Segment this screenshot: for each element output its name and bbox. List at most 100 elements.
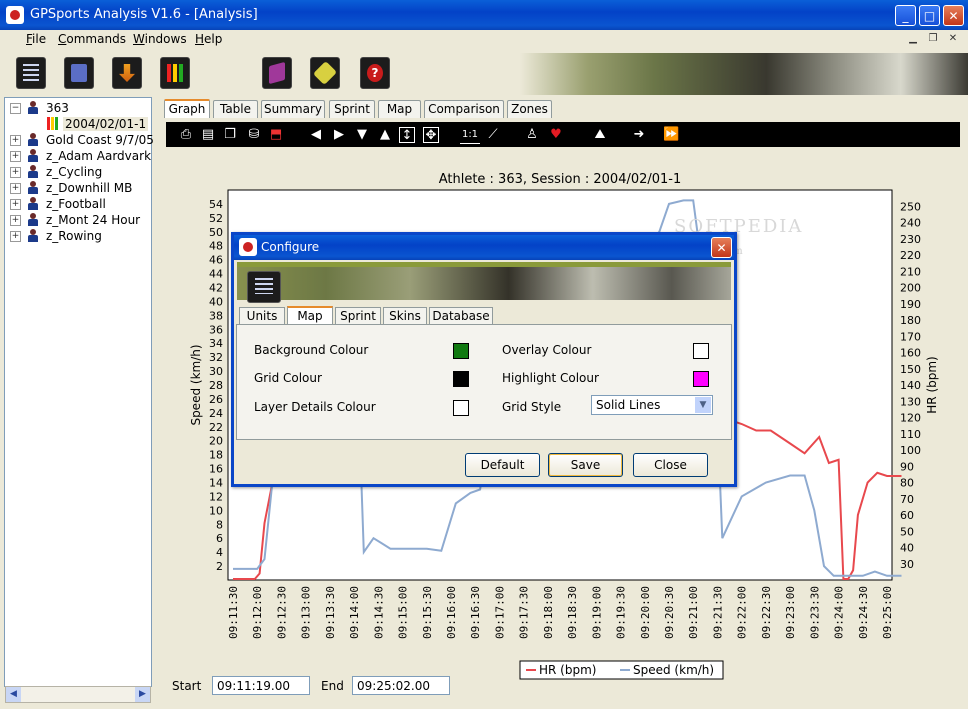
menu-commands[interactable]: Commands — [58, 32, 126, 46]
scale-icon[interactable]: 1:1 — [460, 127, 480, 144]
tree-horizontal-scrollbar[interactable]: ◀ ▶ — [5, 686, 151, 703]
dialog-tab-database[interactable]: Database — [429, 307, 493, 324]
line-chart-icon[interactable]: ⟋ — [485, 127, 501, 143]
end-time-input[interactable] — [352, 676, 450, 695]
print-icon[interactable]: ⎙ — [178, 127, 194, 143]
scroll-left-icon[interactable]: ◀ — [6, 687, 21, 702]
expand-icon[interactable]: + — [10, 199, 21, 210]
arrow-down-icon[interactable]: ▼ — [354, 127, 370, 143]
collapse-icon[interactable]: − — [10, 103, 21, 114]
gps-device-icon[interactable] — [310, 57, 340, 89]
x-tick-label: 09:22:00 — [736, 586, 749, 639]
maximize-button[interactable]: □ — [919, 5, 940, 26]
person-icon — [27, 133, 39, 146]
pdf-icon[interactable]: ⬒ — [268, 127, 284, 143]
bar-chart-icon[interactable] — [160, 57, 190, 89]
expand-icon[interactable]: + — [10, 231, 21, 242]
menu-windows[interactable]: Windows — [133, 32, 187, 46]
person-icon — [27, 149, 39, 162]
app-icon[interactable] — [6, 6, 24, 24]
tab-comparison[interactable]: Comparison — [424, 100, 504, 118]
step-forward-icon[interactable]: ➜ — [631, 127, 647, 143]
mdi-minimize-icon[interactable]: ▁ — [906, 33, 920, 46]
y2-axis-label: HR (bpm) — [925, 356, 939, 413]
start-time-input[interactable] — [212, 676, 310, 695]
default-button[interactable]: Default — [465, 453, 540, 477]
close-button[interactable]: ✕ — [943, 5, 964, 26]
dialog-title: Configure — [261, 240, 320, 254]
overlay-colour-swatch[interactable] — [693, 343, 709, 359]
tab-graph[interactable]: Graph — [164, 99, 210, 118]
list-icon — [247, 271, 281, 303]
expand-icon[interactable]: + — [10, 135, 21, 146]
y2-tick-label: 90 — [900, 460, 914, 473]
y2-tick-label: 180 — [900, 314, 921, 327]
dialog-tab-map[interactable]: Map — [287, 306, 333, 324]
athlete-icon[interactable]: ♙ — [524, 127, 540, 143]
dialog-app-icon — [239, 238, 257, 256]
download-icon[interactable] — [112, 57, 142, 89]
y-tick-label: 24 — [209, 407, 223, 420]
map-settings-panel: Background Colour Grid Colour Layer Deta… — [236, 324, 732, 440]
close-dialog-button[interactable]: Close — [633, 453, 708, 477]
minimize-button[interactable]: _ — [895, 5, 916, 26]
print-preview-icon[interactable]: ▤ — [200, 127, 216, 143]
export-icon[interactable]: ⛁ — [246, 127, 262, 143]
person-icon — [27, 165, 39, 178]
x-tick-label: 09:21:00 — [687, 586, 700, 639]
chevron-down-icon[interactable]: ▼ — [695, 397, 711, 413]
dialog-tab-sprint[interactable]: Sprint — [335, 307, 381, 324]
person-icon — [27, 213, 39, 226]
x-tick-label: 09:19:30 — [615, 586, 628, 639]
menu-file[interactable]: File — [26, 32, 46, 46]
expand-icon[interactable]: + — [10, 183, 21, 194]
terrain-icon[interactable]: ⛰ — [592, 127, 608, 143]
zoom-fit-icon[interactable]: ✥ — [423, 127, 439, 143]
mdi-close-icon[interactable]: ✕ — [946, 33, 960, 46]
arrow-up-icon[interactable]: ▲ — [377, 127, 393, 143]
tab-map[interactable]: Map — [378, 100, 421, 118]
scroll-right-icon[interactable]: ▶ — [135, 687, 150, 702]
heart-icon[interactable]: ♥ — [548, 127, 564, 143]
y-tick-label: 52 — [209, 212, 223, 225]
save-button[interactable]: Save — [548, 453, 623, 477]
tab-summary[interactable]: Summary — [261, 100, 325, 118]
y-tick-label: 34 — [209, 337, 223, 350]
dialog-tab-skins[interactable]: Skins — [383, 307, 427, 324]
y-tick-label: 38 — [209, 309, 223, 322]
layer-details-colour-swatch[interactable] — [453, 400, 469, 416]
arrow-right-icon[interactable]: ▶ — [331, 127, 347, 143]
tab-table[interactable]: Table — [213, 100, 258, 118]
y-tick-label: 28 — [209, 379, 223, 392]
y2-tick-label: 40 — [900, 542, 914, 555]
mdi-restore-icon[interactable]: ❐ — [926, 33, 940, 46]
y2-tick-label: 70 — [900, 493, 914, 506]
copy-icon[interactable]: ❐ — [222, 127, 238, 143]
zoom-vertical-icon[interactable]: ↕ — [399, 127, 415, 143]
tab-sprint[interactable]: Sprint — [329, 100, 375, 118]
book-icon[interactable] — [262, 57, 292, 89]
expand-icon[interactable]: + — [10, 167, 21, 178]
x-tick-label: 09:20:30 — [663, 586, 676, 639]
expand-icon[interactable]: + — [10, 215, 21, 226]
fast-forward-icon[interactable]: ⏩ — [663, 127, 679, 143]
layer-details-colour-label: Layer Details Colour — [254, 400, 376, 414]
notebook-icon[interactable] — [64, 57, 94, 89]
x-tick-label: 09:22:30 — [760, 586, 773, 639]
grid-colour-swatch[interactable] — [453, 371, 469, 387]
x-tick-label: 09:15:30 — [421, 586, 434, 639]
grid-style-label: Grid Style — [502, 400, 562, 414]
dialog-close-button[interactable]: ✕ — [711, 237, 732, 258]
menu-help[interactable]: Help — [195, 32, 222, 46]
arrow-left-icon[interactable]: ◀ — [308, 127, 324, 143]
y2-tick-label: 250 — [900, 200, 921, 213]
grid-style-select[interactable]: Solid Lines ▼ — [591, 395, 713, 415]
background-colour-swatch[interactable] — [453, 343, 469, 359]
expand-icon[interactable]: + — [10, 151, 21, 162]
x-tick-label: 09:21:30 — [711, 586, 724, 639]
tab-zones[interactable]: Zones — [507, 100, 552, 118]
dialog-tab-units[interactable]: Units — [239, 307, 285, 324]
help-icon[interactable]: ? — [360, 57, 390, 89]
highlight-colour-swatch[interactable] — [693, 371, 709, 387]
list-icon[interactable] — [16, 57, 46, 89]
